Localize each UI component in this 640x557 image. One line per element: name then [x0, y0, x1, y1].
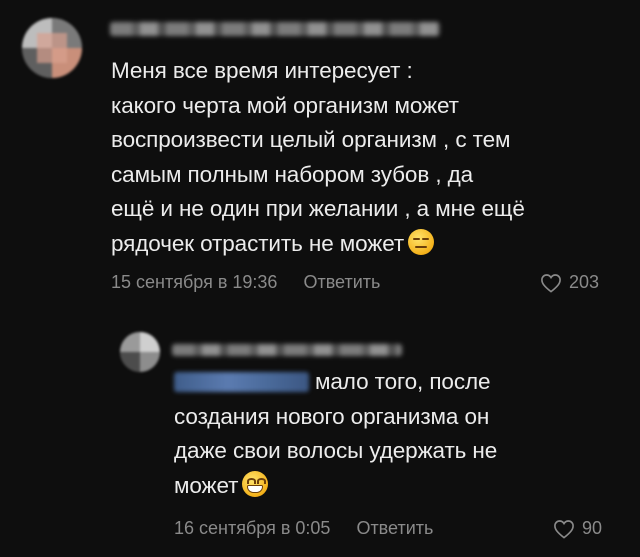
comment-meta: 16 сентября в 0:05 Ответить [174, 518, 433, 539]
heart-icon [541, 273, 561, 293]
timestamp: 15 сентября в 19:36 [111, 272, 278, 292]
username-blurred[interactable] [110, 22, 440, 36]
timestamp: 16 сентября в 0:05 [174, 518, 331, 538]
mention-link-blurred[interactable] [174, 372, 309, 392]
like-button[interactable]: 90 [553, 518, 602, 539]
comment-meta: 15 сентября в 19:36 Ответить [111, 272, 380, 293]
comment-text: Меня все время интересует : какого черта… [111, 58, 525, 256]
comment-text: мало того, после создания нового организ… [174, 369, 498, 498]
reply-button[interactable]: Ответить [356, 518, 433, 539]
comment-1: Меня все время интересует : какого черта… [0, 0, 640, 300]
avatar[interactable] [22, 18, 82, 78]
grinning-face-emoji [242, 470, 269, 497]
like-button[interactable]: 203 [540, 272, 599, 293]
expressionless-face-emoji [408, 228, 435, 255]
avatar[interactable] [120, 332, 160, 372]
like-count: 90 [582, 518, 603, 538]
comment-2-reply: мало того, после создания нового организ… [0, 320, 640, 557]
username-blurred[interactable] [172, 344, 402, 356]
reply-button[interactable]: Ответить [303, 272, 380, 293]
like-count: 203 [569, 272, 600, 292]
heart-icon [554, 519, 574, 539]
